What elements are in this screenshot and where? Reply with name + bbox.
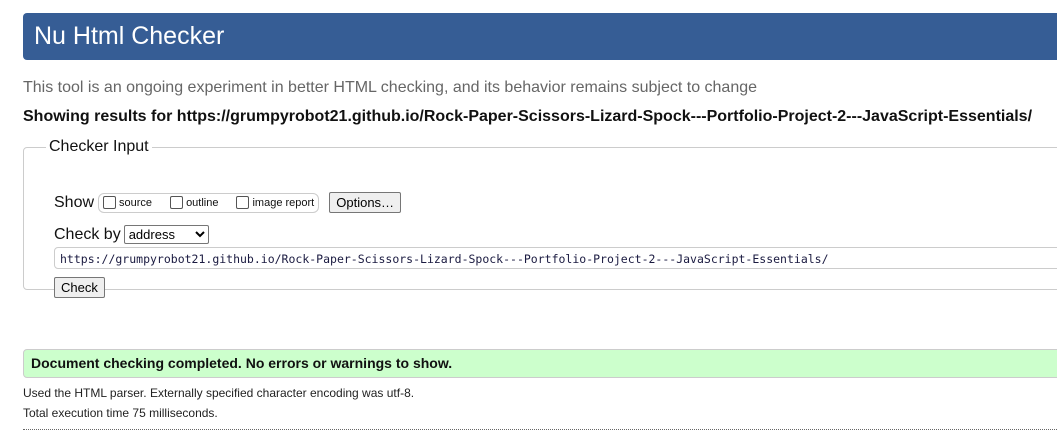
success-message: Document checking completed. No errors o…	[23, 349, 1057, 378]
checkbox-label: image report	[252, 196, 315, 209]
checker-input-fieldset: Checker Input Show source outline image …	[23, 138, 1057, 298]
checkbox-icon[interactable]	[103, 196, 117, 209]
show-outline-checkbox[interactable]: outline	[170, 196, 218, 209]
execution-time: Total execution time 75 milliseconds.	[23, 406, 218, 420]
check-by-row: Check by address	[54, 225, 209, 244]
check-by-select[interactable]: address	[123, 225, 209, 244]
show-label: Show	[54, 193, 95, 211]
checkbox-label: outline	[186, 196, 219, 209]
options-button[interactable]: Options…	[329, 192, 402, 213]
intro-text: This tool is an ongoing experiment in be…	[23, 79, 758, 96]
checkbox-icon[interactable]	[170, 196, 184, 209]
checker-input-legend: Checker Input	[49, 138, 149, 155]
results-for-heading: Showing results for https://grumpyrobot2…	[23, 108, 1033, 125]
url-input[interactable]: https://grumpyrobot21.github.io/Rock-Pap…	[54, 247, 1057, 269]
parser-info: Used the HTML parser. Externally specifi…	[23, 386, 415, 400]
divider	[23, 429, 1057, 430]
header-banner: Nu Html Checker	[23, 13, 1057, 60]
check-button[interactable]: Check	[54, 277, 105, 298]
show-options-group: source outline image report	[98, 192, 320, 213]
show-source-checkbox[interactable]: source	[103, 196, 152, 209]
checkbox-icon[interactable]	[236, 196, 250, 209]
check-by-label: Check by	[54, 225, 121, 243]
page-title: Nu Html Checker	[34, 22, 225, 50]
show-image-report-checkbox[interactable]: image report	[236, 196, 314, 209]
show-row: Show source outline image report Options…	[54, 192, 402, 213]
checkbox-label: source	[119, 196, 153, 209]
